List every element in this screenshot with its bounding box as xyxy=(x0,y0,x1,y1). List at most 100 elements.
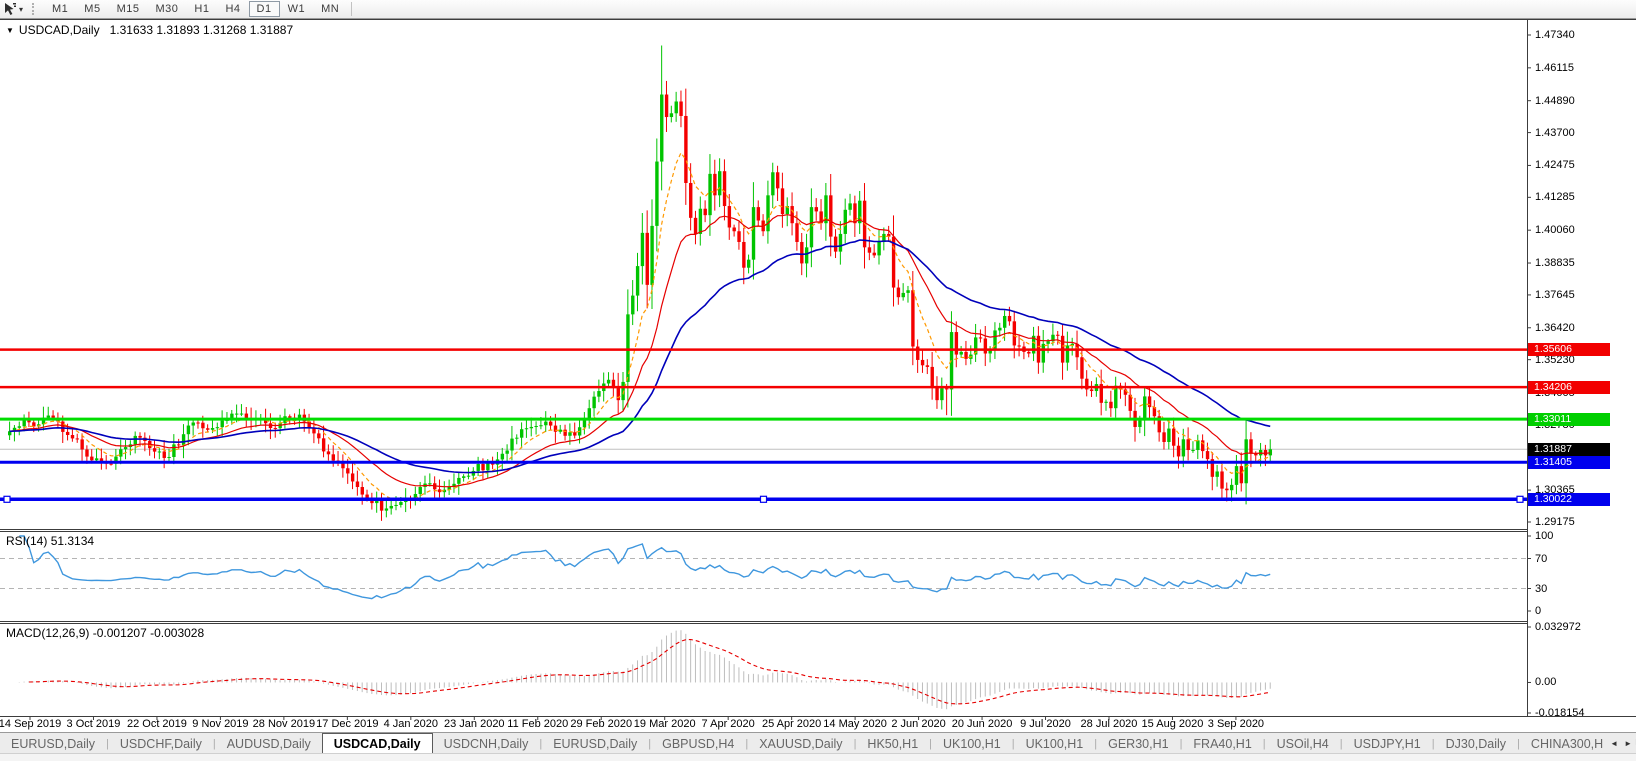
price-axis-tick: 1.36420 xyxy=(1535,322,1575,334)
hline-selection-handle[interactable] xyxy=(1517,496,1523,502)
timeframe-button-d1[interactable]: D1 xyxy=(249,1,280,17)
date-axis-label: 9 Jul 2020 xyxy=(1020,718,1071,730)
date-axis-label: 7 Apr 2020 xyxy=(702,718,755,730)
price-level-badge-1-33011: 1.33011 xyxy=(1528,413,1610,426)
macd-indicator-name: MACD(12,26,9) xyxy=(6,626,89,640)
timeframe-button-m30[interactable]: M30 xyxy=(147,1,186,17)
toolbar-separator xyxy=(351,2,352,16)
tab-scroll-controls: ◄ ► xyxy=(1604,733,1632,754)
indicator-axis-tick: 100 xyxy=(1535,530,1553,542)
price-axis-tick: 1.43700 xyxy=(1535,127,1575,139)
chart-tab-uk100-h1[interactable]: UK100,H1 xyxy=(932,733,1012,754)
macd-indicator-values: -0.001207 -0.003028 xyxy=(93,626,204,640)
price-axis-tick: 1.40060 xyxy=(1535,224,1575,236)
date-axis-label: 2 Jun 2020 xyxy=(891,718,945,730)
status-strip xyxy=(0,753,1636,761)
chart-tabs: EURUSD,Daily|USDCHF,Daily|AUDUSD,DailyUS… xyxy=(0,733,1636,754)
chart-tab-usdchf-daily[interactable]: USDCHF,Daily xyxy=(109,733,213,754)
tab-scroll-left-icon[interactable]: ◄ xyxy=(1610,739,1618,748)
chart-tab-usdjpy-h1[interactable]: USDJPY,H1 xyxy=(1343,733,1432,754)
chart-symbol-title: USDCAD,Daily xyxy=(19,23,100,37)
chart-tab-usdcad-daily[interactable]: USDCAD,Daily xyxy=(322,733,433,754)
indicator-axis-tick: -0.018154 xyxy=(1535,707,1585,719)
chart-ohlc-values: 1.31633 1.31893 1.31268 1.31887 xyxy=(110,23,294,37)
price-axis[interactable]: 1.47340 1.46115 1.44890 1.43700 1.42475 1.412… xyxy=(1528,19,1636,717)
date-axis-label: 9 Nov 2019 xyxy=(192,718,248,730)
date-axis-label: 11 Feb 2020 xyxy=(507,718,568,730)
timeframe-button-mn[interactable]: MN xyxy=(313,1,347,17)
chart-tab-usdcnh-daily[interactable]: USDCNH,Daily xyxy=(433,733,540,754)
horizontal-level-lines[interactable] xyxy=(0,350,1527,503)
chart-collapse-icon[interactable]: ▼ xyxy=(6,26,14,35)
timeframe-button-h4[interactable]: H4 xyxy=(217,1,248,17)
chart-canvas[interactable] xyxy=(0,0,1636,761)
hline-selection-handle[interactable] xyxy=(4,496,10,502)
price-axis-tick: 1.41285 xyxy=(1535,191,1575,203)
hline-selection-handle[interactable] xyxy=(761,496,767,502)
timeframes-toolbar: ▾ M1M5M15M30H1H4D1W1MN xyxy=(0,0,1636,19)
date-axis[interactable]: 14 Sep 20193 Oct 201922 Oct 20199 Nov 20… xyxy=(0,717,1528,731)
cursor-arrow-icon xyxy=(3,2,17,16)
chart-tab-xauusd-daily[interactable]: XAUUSD,Daily xyxy=(748,733,853,754)
date-axis-label: 23 Jan 2020 xyxy=(444,718,505,730)
timeframe-button-w1[interactable]: W1 xyxy=(280,1,314,17)
dropdown-caret-icon[interactable]: ▾ xyxy=(19,5,23,14)
timeframe-button-m5[interactable]: M5 xyxy=(76,1,108,17)
macd-histogram xyxy=(19,630,1270,709)
rsi-panel-label: RSI(14) 51.3134 xyxy=(6,534,94,548)
macd-signal-line xyxy=(29,640,1270,704)
price-axis-tick: 1.29175 xyxy=(1535,516,1575,528)
timeframe-button-h1[interactable]: H1 xyxy=(186,1,217,17)
price-level-badge-1-30022: 1.30022 xyxy=(1528,493,1610,506)
price-level-badge-1-31405: 1.31405 xyxy=(1528,456,1610,469)
chart-tab-fra40-h1[interactable]: FRA40,H1 xyxy=(1182,733,1262,754)
price-level-badge-1-34206: 1.34206 xyxy=(1528,381,1610,394)
date-axis-label: 19 Mar 2020 xyxy=(634,718,696,730)
chart-title-bar: ▼ USDCAD,Daily 1.31633 1.31893 1.31268 1.3… xyxy=(6,23,293,37)
chart-tab-usoil-h4[interactable]: USOil,H4 xyxy=(1266,733,1340,754)
price-axis-tick: 1.44890 xyxy=(1535,95,1575,107)
chart-tab-bar: EURUSD,Daily|USDCHF,Daily|AUDUSD,DailyUS… xyxy=(0,732,1636,754)
chart-tab-audusd-daily[interactable]: AUDUSD,Daily xyxy=(216,733,322,754)
rsi-panel[interactable] xyxy=(0,536,1527,599)
rsi-indicator-name: RSI(14) xyxy=(6,534,47,548)
price-level-badge-1-31887: 1.31887 xyxy=(1528,443,1610,456)
price-axis-tick: 1.47340 xyxy=(1535,29,1575,41)
mt4-terminal: ▾ M1M5M15M30H1H4D1W1MN ▼ USDCAD,Daily 1.31… xyxy=(0,0,1636,761)
tab-scroll-right-icon[interactable]: ► xyxy=(1624,739,1632,748)
price-axis-tick: 1.46115 xyxy=(1535,62,1574,74)
date-axis-label: 15 Aug 2020 xyxy=(1142,718,1204,730)
indicator-axis-tick: 0 xyxy=(1535,605,1541,617)
rsi-line xyxy=(19,536,1270,599)
chart-tab-dj30-daily[interactable]: DJ30,Daily xyxy=(1435,733,1517,754)
ma-line-8 xyxy=(10,153,1271,501)
timeframe-button-m1[interactable]: M1 xyxy=(44,1,76,17)
macd-panel[interactable] xyxy=(19,630,1270,709)
chart-tab-hk50-h1[interactable]: HK50,H1 xyxy=(856,733,929,754)
indicator-axis-tick: 0.00 xyxy=(1535,676,1556,688)
date-axis-label: 4 Jan 2020 xyxy=(384,718,438,730)
date-axis-label: 14 May 2020 xyxy=(823,718,887,730)
date-axis-label: 22 Oct 2019 xyxy=(127,718,187,730)
toolbar-grip[interactable] xyxy=(32,3,39,15)
date-axis-label: 28 Nov 2019 xyxy=(253,718,315,730)
date-axis-label: 25 Apr 2020 xyxy=(762,718,821,730)
chart-tab-eurusd-daily[interactable]: EURUSD,Daily xyxy=(542,733,648,754)
chart-tab-ger30-h1[interactable]: GER30,H1 xyxy=(1097,733,1179,754)
date-axis-label: 29 Feb 2020 xyxy=(570,718,632,730)
date-axis-label: 3 Sep 2020 xyxy=(1208,718,1264,730)
panel-borders xyxy=(0,19,1636,720)
indicator-axis-tick: 0.032972 xyxy=(1535,621,1581,633)
timeframe-button-m15[interactable]: M15 xyxy=(109,1,148,17)
price-axis-tick: 1.42475 xyxy=(1535,159,1575,171)
price-axis-tick: 1.37645 xyxy=(1535,289,1575,301)
chart-cursor-tool-button[interactable]: ▾ xyxy=(0,1,26,17)
chart-tab-gbpusd-h4[interactable]: GBPUSD,H4 xyxy=(651,733,745,754)
indicator-axis-tick: 70 xyxy=(1535,553,1547,565)
rsi-indicator-value: 51.3134 xyxy=(51,534,94,548)
date-axis-label: 3 Oct 2019 xyxy=(67,718,121,730)
indicator-axis-tick: 30 xyxy=(1535,583,1547,595)
price-axis-tick: 1.38835 xyxy=(1535,257,1575,269)
chart-tab-eurusd-daily[interactable]: EURUSD,Daily xyxy=(0,733,106,754)
chart-tab-uk100-h1[interactable]: UK100,H1 xyxy=(1015,733,1095,754)
